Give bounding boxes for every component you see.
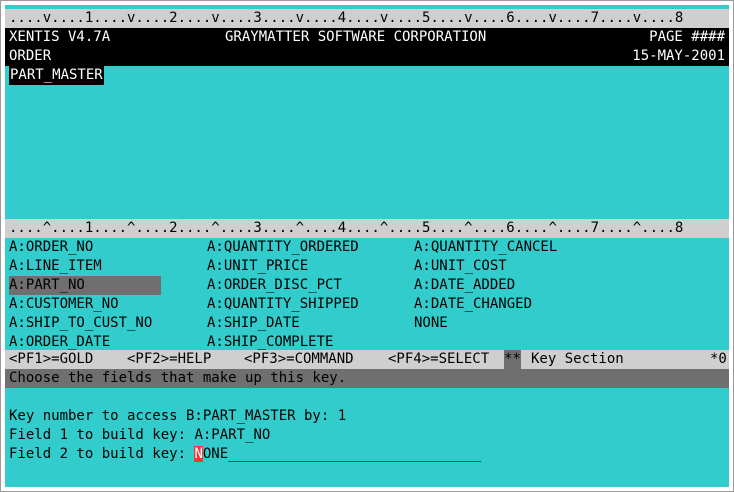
- field-2-row: Field 2 to build key: NONE______________…: [9, 445, 481, 464]
- header-date: 15-MAY-2001: [632, 48, 725, 64]
- field-option-selected[interactable]: A:PART_NO: [9, 276, 161, 295]
- status-flag: *0: [710, 351, 727, 367]
- message-line: Choose the fields that make up this key.: [5, 369, 729, 388]
- terminal-window: ....v....1....v....2....v....3....v....4…: [0, 0, 734, 492]
- header-row-1: XENTIS V4.7A GRAYMATTER SOFTWARE CORPORA…: [5, 28, 729, 47]
- field-option[interactable]: A:UNIT_COST: [414, 257, 507, 276]
- company-name: GRAYMATTER SOFTWARE CORPORATION: [225, 29, 487, 45]
- field-option[interactable]: A:QUANTITY_ORDERED: [207, 238, 359, 257]
- field-option[interactable]: A:SHIP_TO_CUST_NO: [9, 314, 152, 333]
- field-option[interactable]: A:CUSTOMER_NO: [9, 295, 119, 314]
- field-option[interactable]: A:QUANTITY_CANCEL: [414, 238, 557, 257]
- section-marker: **: [504, 350, 521, 369]
- module-name: ORDER: [9, 48, 52, 64]
- field-option[interactable]: A:DATE_CHANGED: [414, 295, 532, 314]
- header-row-2: ORDER 15-MAY-2001: [5, 47, 729, 66]
- field-option[interactable]: A:DATE_ADDED: [414, 276, 515, 295]
- field-2-label: Field 2 to build key:: [9, 446, 195, 462]
- field-option[interactable]: NONE: [414, 314, 448, 333]
- column-ruler-top: ....v....1....v....2....v....3....v....4…: [5, 9, 729, 28]
- field-1-label: Field 1 to build key:: [9, 427, 195, 443]
- column-ruler-mid: ....^....1....^....2....^....3....^....4…: [5, 219, 729, 238]
- field-option[interactable]: A:LINE_ITEM: [9, 257, 102, 276]
- page-indicator: PAGE ####: [649, 29, 725, 45]
- pf1-key[interactable]: <PF1>=GOLD: [9, 350, 93, 369]
- field-2-input[interactable]: NONE______________________________: [194, 446, 481, 462]
- field-option[interactable]: A:UNIT_PRICE: [207, 257, 308, 276]
- pf3-key[interactable]: <PF3>=COMMAND: [244, 350, 354, 369]
- function-key-bar: <PF1>=GOLD <PF2>=HELP <PF3>=COMMAND <PF4…: [5, 350, 729, 369]
- pf2-key[interactable]: <PF2>=HELP: [127, 350, 211, 369]
- field-1-value[interactable]: A:PART_NO: [194, 427, 270, 443]
- table-name-label: PART_MASTER: [9, 66, 104, 85]
- field-option[interactable]: A:QUANTITY_SHIPPED: [207, 295, 359, 314]
- field-option[interactable]: A:ORDER_DISC_PCT: [207, 276, 342, 295]
- section-name: Key Section: [531, 351, 624, 367]
- field-option[interactable]: A:ORDER_NO: [9, 238, 93, 257]
- field-option[interactable]: A:SHIP_DATE: [207, 314, 300, 333]
- field-2-input-text: ONE______________________________: [202, 446, 482, 462]
- key-number-line: Key number to access B:PART_MASTER by: 1: [9, 408, 347, 424]
- terminal-screen: ....v....1....v....2....v....3....v....4…: [5, 5, 729, 487]
- app-version: XENTIS V4.7A: [9, 29, 111, 45]
- pf4-key[interactable]: <PF4>=SELECT: [388, 350, 489, 369]
- text-cursor: N: [194, 446, 203, 462]
- field-1-row: Field 1 to build key: A:PART_NO: [9, 426, 270, 445]
